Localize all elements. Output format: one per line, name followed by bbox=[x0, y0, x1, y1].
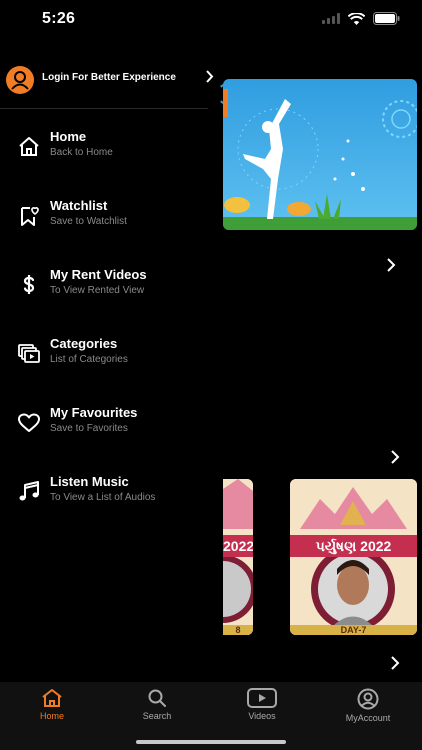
thumbnail-day: 8 bbox=[223, 625, 253, 635]
yoga-illustration bbox=[223, 79, 417, 230]
tab-label: Home bbox=[39, 711, 64, 721]
yoga-banner[interactable] bbox=[223, 79, 417, 230]
tab-home[interactable]: Home bbox=[12, 688, 92, 728]
drawer-item-subtitle: Back to Home bbox=[50, 147, 113, 158]
status-bar: 5:26 bbox=[0, 0, 422, 40]
drawer-item-title: Watchlist bbox=[50, 198, 108, 213]
thumbnail-art bbox=[290, 479, 417, 635]
dollar-icon bbox=[23, 275, 35, 294]
drawer-item-home[interactable]: Home Back to Home bbox=[0, 129, 208, 169]
thumbnail-title: પર્યુષણ 2022 bbox=[290, 535, 417, 557]
row-2-more-arrow[interactable] bbox=[390, 450, 400, 464]
video-thumbnail[interactable]: 2022 8 bbox=[223, 479, 253, 635]
drawer-divider bbox=[0, 108, 208, 109]
thumbnail-day: DAY-7 bbox=[290, 625, 417, 635]
drawer-item-subtitle: Save to Watchlist bbox=[50, 216, 127, 227]
signal-icon bbox=[322, 13, 340, 24]
drawer-item-categories[interactable]: Categories List of Categories bbox=[0, 336, 208, 376]
tab-videos[interactable]: Videos bbox=[222, 688, 302, 728]
account-icon bbox=[357, 688, 379, 710]
drawer-item-subtitle: List of Categories bbox=[50, 354, 128, 365]
row-3-more-arrow[interactable] bbox=[390, 656, 400, 670]
home-indicator bbox=[136, 740, 286, 744]
drawer-item-music[interactable]: Listen Music To View a List of Audios bbox=[0, 474, 208, 514]
drawer-item-title: My Rent Videos bbox=[50, 267, 147, 282]
tab-label: Search bbox=[142, 711, 172, 721]
drawer-item-subtitle: To View Rented View bbox=[50, 285, 145, 296]
tab-label: Videos bbox=[248, 711, 276, 721]
navigation-drawer: Login For Better Experience Home Back to… bbox=[0, 40, 214, 682]
watchlist-icon bbox=[21, 207, 39, 226]
drawer-item-rent-videos[interactable]: My Rent Videos To View Rented View bbox=[0, 267, 208, 307]
drawer-item-watchlist[interactable]: Watchlist Save to Watchlist bbox=[0, 198, 208, 238]
chevron-right-icon bbox=[206, 70, 214, 83]
music-icon bbox=[19, 481, 39, 501]
wifi-icon bbox=[348, 12, 365, 25]
drawer-item-title: Home bbox=[50, 129, 87, 144]
login-row[interactable]: Login For Better Experience bbox=[0, 64, 222, 94]
status-time: 5:26 bbox=[42, 10, 76, 27]
drawer-item-title: Listen Music bbox=[50, 474, 129, 489]
drawer-item-subtitle: To View a List of Audios bbox=[50, 492, 156, 503]
row-1-more-arrow[interactable] bbox=[386, 258, 396, 272]
thumbnail-art bbox=[223, 479, 253, 635]
tab-search[interactable]: Search bbox=[117, 688, 197, 728]
heart-icon bbox=[18, 413, 40, 432]
thumbnail-title: 2022 bbox=[223, 535, 253, 557]
battery-icon bbox=[373, 12, 400, 25]
categories-icon bbox=[18, 344, 40, 363]
videos-icon bbox=[247, 688, 277, 708]
home-tab-icon bbox=[42, 689, 62, 707]
status-icons bbox=[322, 12, 400, 25]
tab-my-account[interactable]: MyAccount bbox=[328, 688, 408, 728]
video-thumbnail[interactable]: પર્યુષણ 2022 DAY-7 bbox=[290, 479, 417, 635]
tab-label: MyAccount bbox=[345, 713, 391, 723]
user-avatar-icon bbox=[6, 66, 34, 94]
drawer-item-title: Categories bbox=[50, 336, 118, 351]
drawer-item-subtitle: Save to Favorites bbox=[50, 423, 128, 434]
home-icon bbox=[19, 137, 39, 156]
drawer-item-title: My Favourites bbox=[50, 405, 138, 420]
drawer-item-favourites[interactable]: My Favourites Save to Favorites bbox=[0, 405, 208, 445]
search-icon bbox=[148, 689, 166, 707]
login-label: Login For Better Experience bbox=[42, 72, 176, 83]
